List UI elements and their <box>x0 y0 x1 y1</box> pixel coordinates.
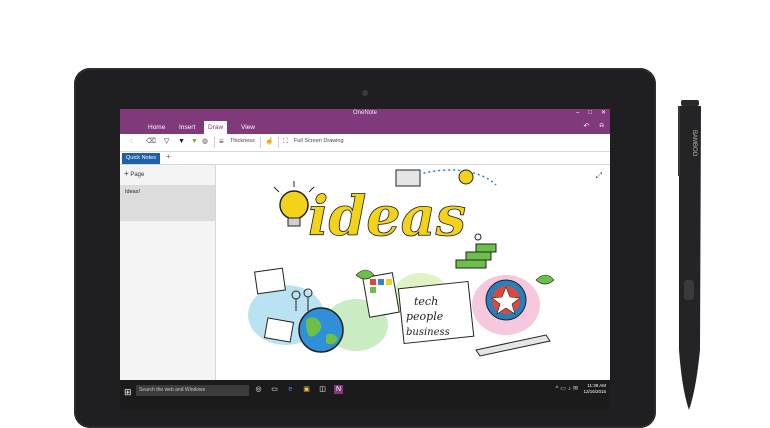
toolbar-divider <box>260 137 261 148</box>
clock-date: 12/16/2015 <box>583 389 606 394</box>
task-view-icon[interactable]: ▭ <box>270 385 279 394</box>
windows-taskbar: ⊞ Search the web and Windows ◎ ▭ e ▣ ◫ N… <box>120 380 610 410</box>
minimize-button[interactable]: – <box>576 110 579 117</box>
add-page-button[interactable]: + Page <box>124 169 144 178</box>
laptop-icon <box>395 169 421 187</box>
target-star-icon <box>485 279 527 321</box>
plus-icon: + <box>124 169 129 178</box>
title-bar: OneNote – □ ✕ <box>120 109 610 118</box>
tab-home[interactable]: Home <box>144 121 169 134</box>
color-palette-icon[interactable]: ◍ <box>202 137 208 147</box>
globe-icon <box>298 307 344 353</box>
taskbar-search-box[interactable]: Search the web and Windows <box>136 385 249 396</box>
store-icon[interactable]: ◫ <box>318 385 327 394</box>
microphone-icon[interactable]: ◎ <box>254 385 263 394</box>
draw-toolbar: ◌ ⌫ ▽ ▼ ▼ ◍ ≡ Thickness ☝ ⛶ Full Screen … <box>120 134 610 152</box>
page-list-pane: + Page Ideas! <box>120 165 216 410</box>
close-button[interactable]: ✕ <box>601 110 606 117</box>
page-item-label: Ideas! <box>125 189 140 195</box>
pen-black-icon[interactable]: ▽ <box>164 137 169 147</box>
undo-icon[interactable]: ↶ <box>583 122 589 130</box>
photo-frame-icon <box>263 317 295 343</box>
sketch-word-business: business <box>406 327 450 338</box>
window-controls: – □ ✕ <box>576 110 606 117</box>
lasso-select-icon[interactable]: ◌ <box>129 137 133 147</box>
add-section-button[interactable]: + <box>166 152 171 161</box>
windows-start-icon[interactable]: ⊞ <box>124 387 132 398</box>
system-tray-icons[interactable]: ^▭♪✉ <box>555 385 580 392</box>
taskbar-clock[interactable]: 11:39 AM 12/16/2015 <box>583 383 606 395</box>
ribbon-right-actions: ↶ ⍾ <box>583 122 604 130</box>
notepad-doodle: tech people business <box>397 280 475 345</box>
stylus-pen: BAMBOO <box>678 100 701 410</box>
toolbar-divider <box>278 137 279 148</box>
tab-draw[interactable]: Draw <box>204 121 228 134</box>
app-title: OneNote <box>352 110 377 116</box>
phone-apps-icon <box>362 272 400 318</box>
pen-side-button[interactable] <box>684 280 694 300</box>
ideas-heading: ideas <box>308 184 466 248</box>
pen-clip <box>678 106 680 176</box>
notifications-bell-icon[interactable]: ⍾ <box>599 122 604 130</box>
section-tab-row: Quick Notes + <box>120 152 610 165</box>
maximize-button[interactable]: □ <box>588 110 592 117</box>
add-page-label: Page <box>130 172 145 178</box>
page-item-ideas[interactable]: Ideas! <box>120 185 215 221</box>
thickness-label[interactable]: Thickness <box>230 138 255 144</box>
file-explorer-icon[interactable]: ▣ <box>302 385 311 394</box>
sketch-word-tech: tech <box>414 295 438 308</box>
tab-view[interactable]: View <box>237 121 259 134</box>
thickness-icon[interactable]: ≡ <box>219 137 224 147</box>
toolbar-divider <box>214 137 215 148</box>
pen-cap <box>681 100 699 106</box>
ribbon-tabs: Home Insert Draw View ↶ ⍾ <box>120 118 610 134</box>
photo-frame-icon <box>254 267 286 295</box>
touch-draw-icon[interactable]: ☝ <box>265 137 274 147</box>
tab-insert[interactable]: Insert <box>175 121 199 134</box>
tablet-screen: OneNote – □ ✕ Home Insert Draw View ↶ ⍾ … <box>120 109 610 410</box>
smiley-icon <box>458 169 474 185</box>
fullscreen-icon[interactable]: ⛶ <box>283 137 288 147</box>
pencil-doodle <box>475 334 551 357</box>
highlighter-green-icon[interactable]: ▼ <box>191 137 198 147</box>
tablet-device: OneNote – □ ✕ Home Insert Draw View ↶ ⍾ … <box>74 68 656 428</box>
section-tab-quick-notes[interactable]: Quick Notes <box>122 153 160 164</box>
fullscreen-drawing-label[interactable]: Full Screen Drawing <box>294 138 344 144</box>
eraser-icon[interactable]: ⌫ <box>146 137 156 147</box>
pen-dark-icon[interactable]: ▼ <box>178 137 185 147</box>
pen-brand-label: BAMBOO <box>691 130 697 157</box>
ideas-sketch: ideas tech people business <box>248 169 555 357</box>
leaf-icon <box>535 274 555 285</box>
sketch-word-people: people <box>406 310 444 323</box>
edge-browser-icon[interactable]: e <box>286 385 295 394</box>
onenote-taskbar-icon[interactable]: N <box>334 385 343 394</box>
front-camera <box>362 90 368 96</box>
note-canvas[interactable]: ⤢ ideas tech people business <box>216 165 610 380</box>
